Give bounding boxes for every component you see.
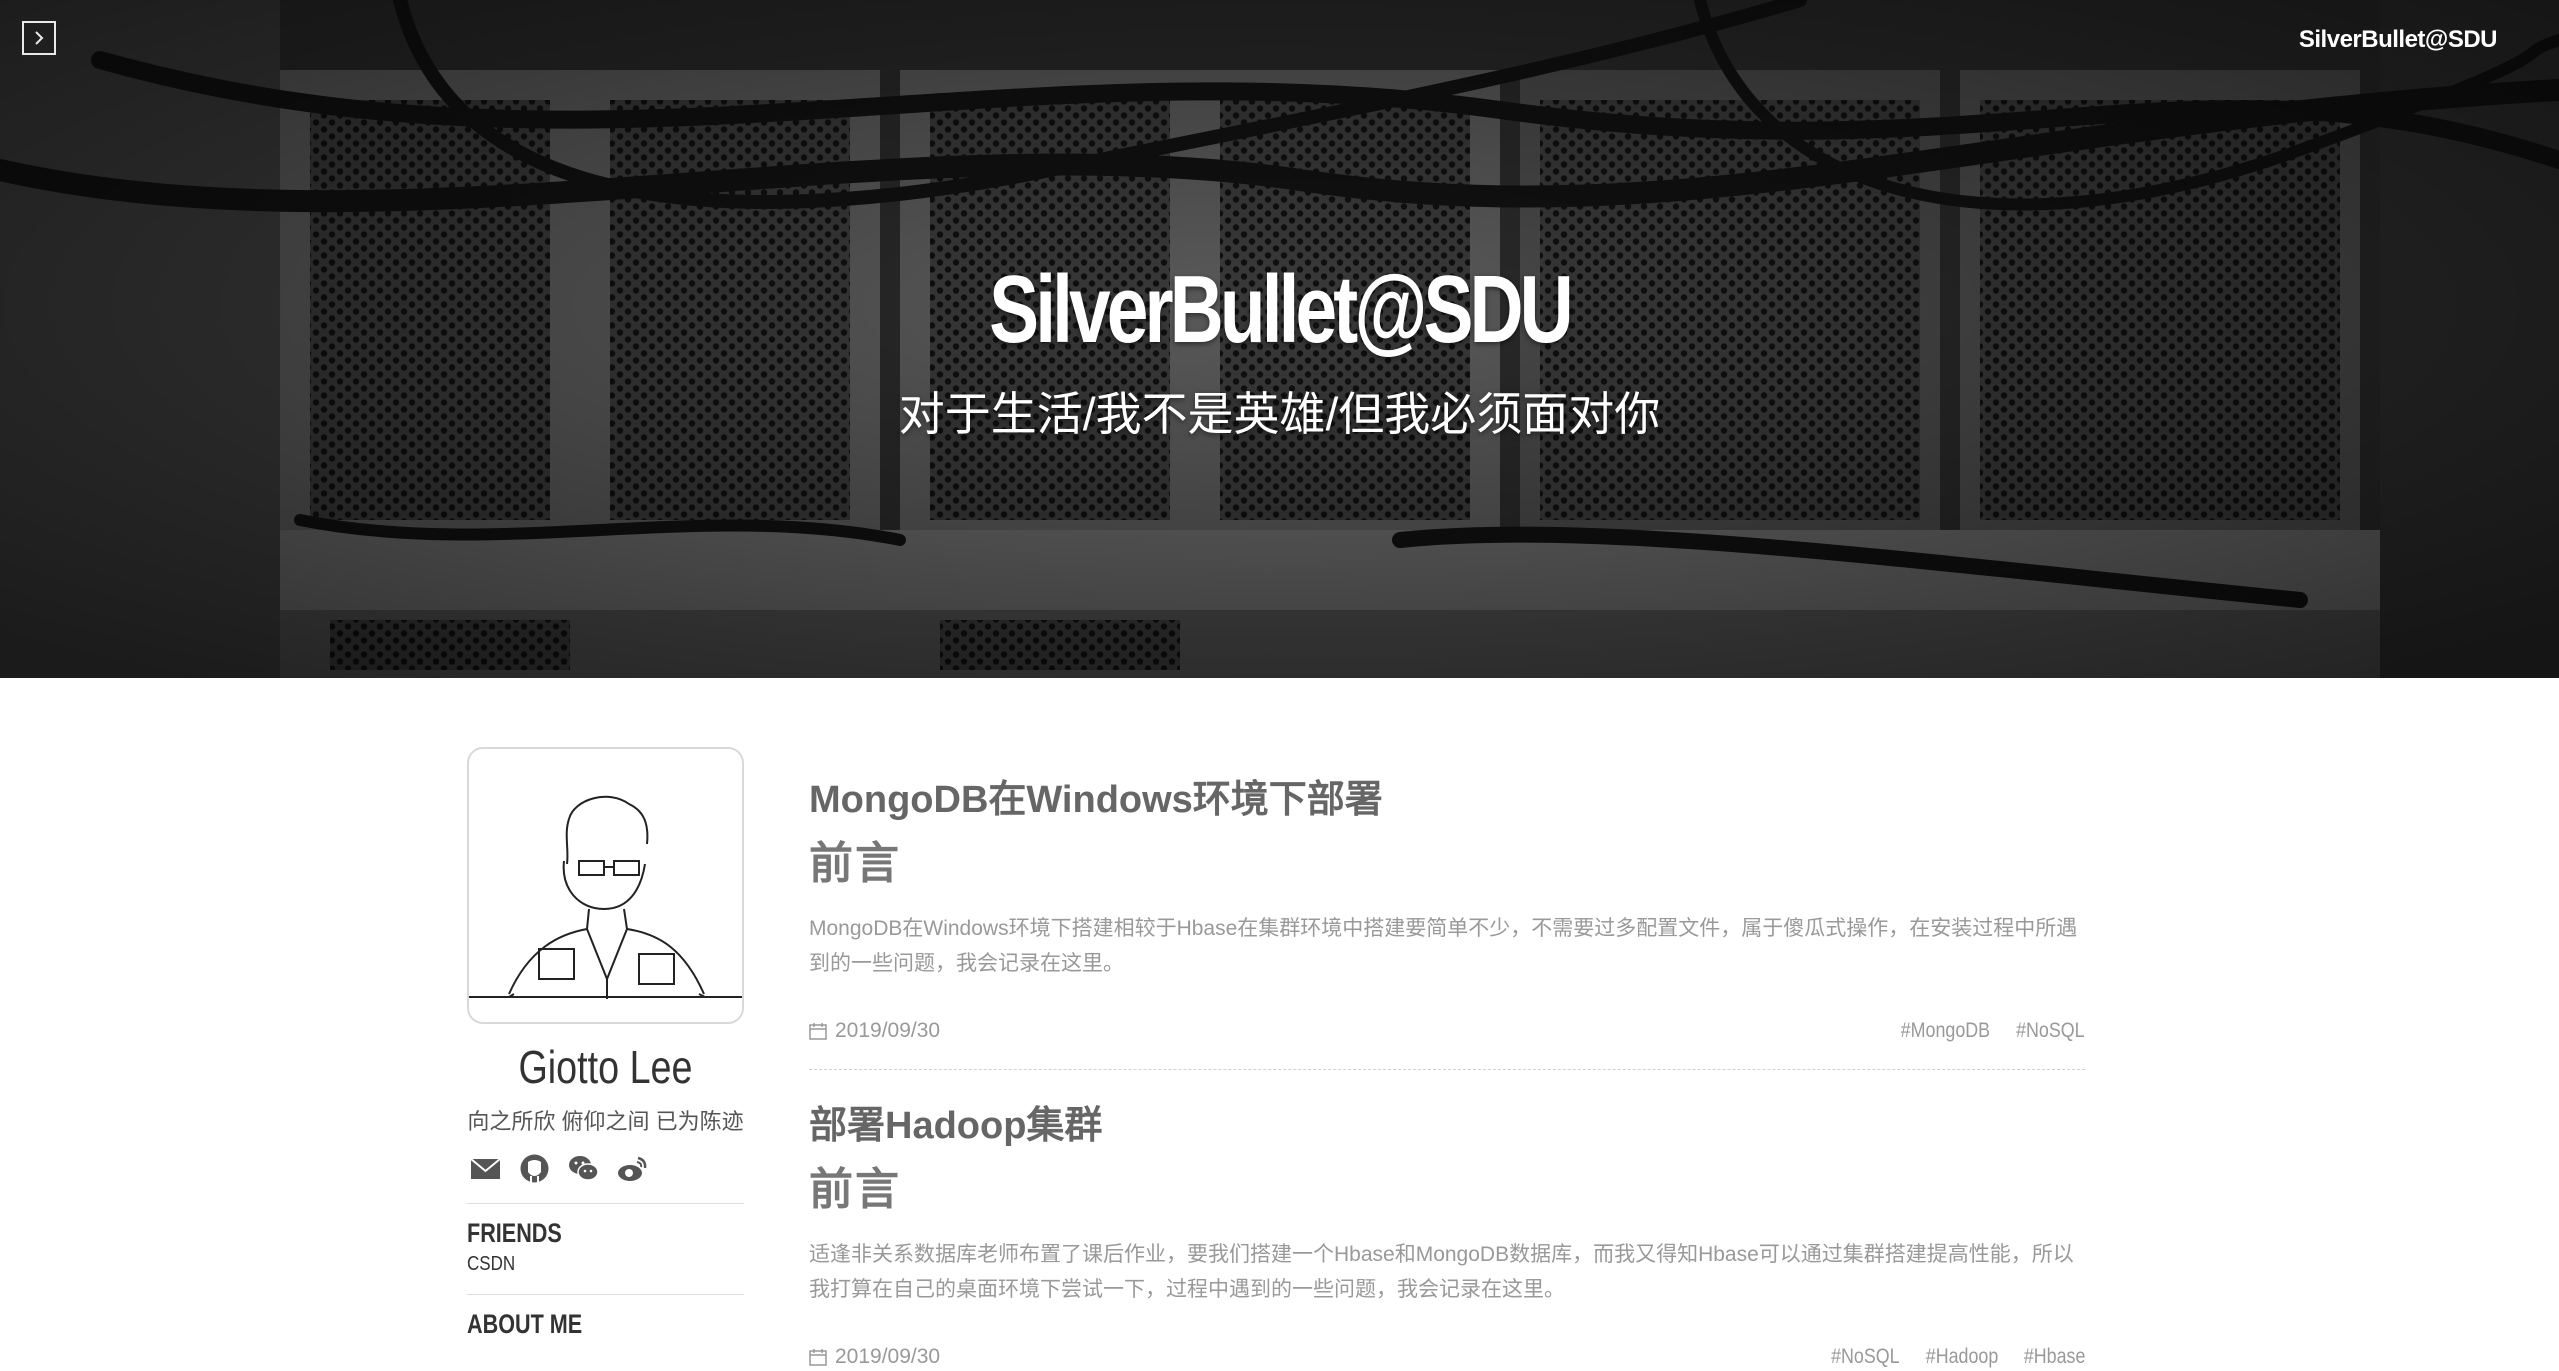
post-excerpt: 适逢非关系数据库老师布置了课后作业，要我们搭建一个Hbase和MongoDB数据… — [809, 1243, 2074, 1301]
post-divider — [809, 1069, 2085, 1070]
friend-link-csdn[interactable]: CSDN — [467, 1253, 515, 1276]
sidebar-toggle-button[interactable] — [22, 21, 56, 55]
chevron-right-icon — [35, 31, 44, 45]
post-heading: 前言 — [809, 839, 901, 888]
author-motto: 向之所欣 俯仰之间 已为陈迹 — [467, 1109, 744, 1134]
tag-link[interactable]: #Hadoop — [1926, 1345, 1998, 1369]
post-date-text: 2019/09/30 — [835, 1345, 941, 1368]
post-list: MongoDB在Windows环境下部署 前言 MongoDB在Windows环… — [809, 768, 2085, 1371]
post-item: 部署Hadoop集群 前言 适逢非关系数据库老师布置了课后作业，要我们搭建一个H… — [809, 1094, 2085, 1371]
wechat-icon[interactable] — [567, 1152, 600, 1185]
tag-link[interactable]: #NoSQL — [1831, 1345, 1899, 1369]
sidebar-divider — [467, 1294, 744, 1295]
calendar-icon — [809, 1023, 827, 1040]
mail-icon[interactable] — [469, 1152, 502, 1185]
sidebar-divider — [467, 1203, 744, 1204]
weibo-icon[interactable] — [616, 1152, 649, 1185]
post-date: 2019/09/30 — [809, 1019, 940, 1043]
tag-link[interactable]: #NoSQL — [2017, 1019, 2085, 1043]
post-tags: #NoSQL #Hadoop #Hbase — [1819, 1345, 2085, 1369]
calendar-icon — [809, 1349, 827, 1366]
page-title: SilverBullet@SDU — [989, 256, 1574, 363]
avatar-sketch — [469, 795, 742, 999]
post-date-text: 2019/09/30 — [835, 1019, 941, 1042]
tag-link[interactable]: #MongoDB — [1901, 1019, 1990, 1043]
post-excerpt: MongoDB在Windows环境下搭建相较于Hbase在集群环境中搭建要简单不… — [809, 917, 2078, 975]
page-subtitle: 对于生活/我不是英雄/但我必须面对你 — [898, 388, 1661, 440]
post-meta: 2019/09/30 #MongoDB #NoSQL — [809, 1017, 2085, 1045]
post-meta: 2019/09/30 #NoSQL #Hadoop #Hbase — [809, 1343, 2085, 1371]
about-heading[interactable]: ABOUT ME — [467, 1309, 689, 1340]
friends-heading: FRIENDS — [467, 1218, 562, 1248]
post-title-link[interactable]: MongoDB在Windows环境下部署 — [809, 768, 2085, 823]
github-icon[interactable] — [518, 1152, 551, 1185]
avatar — [467, 747, 744, 1024]
author-sidebar: Giotto Lee 向之所欣 俯仰之间 已为陈迹 FRIENDS CSDN A… — [467, 747, 744, 1340]
post-title-link[interactable]: 部署Hadoop集群 — [809, 1094, 2085, 1149]
post-item: MongoDB在Windows环境下部署 前言 MongoDB在Windows环… — [809, 768, 2085, 1045]
post-date: 2019/09/30 — [809, 1345, 940, 1369]
author-name: Giotto Lee — [518, 1041, 693, 1093]
site-name-link[interactable]: SilverBullet@SDU — [2299, 26, 2498, 54]
social-links — [467, 1152, 744, 1185]
tag-link[interactable]: #Hbase — [2023, 1345, 2085, 1369]
post-heading: 前言 — [809, 1165, 901, 1214]
post-tags: #MongoDB #NoSQL — [1885, 1019, 2085, 1043]
hero-banner: SilverBullet@SDU SilverBullet@SDU 对于生活/我… — [0, 0, 2559, 678]
